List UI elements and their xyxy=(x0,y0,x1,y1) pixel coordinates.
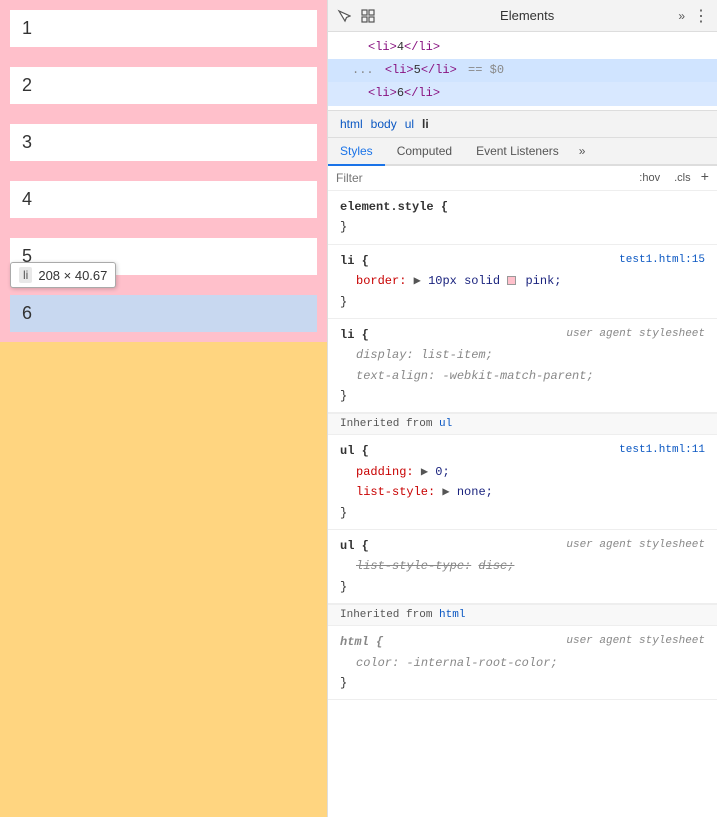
ua-label-ul: user agent stylesheet xyxy=(566,536,705,555)
rule-header-ul-custom: ul { test1.html:11 xyxy=(340,441,705,461)
color-swatch-pink[interactable] xyxy=(507,276,516,285)
html-tree: <li>4</li> ... <li>5</li> == $0 <li>6</l… xyxy=(328,32,717,111)
inherited-from-ul: Inherited from ul xyxy=(328,413,717,435)
devtools-menu-button[interactable]: ⋮ xyxy=(693,6,709,26)
rule-prop-color: color: -internal-root-color; xyxy=(340,653,705,673)
selected-marker: == $0 xyxy=(468,63,504,77)
rule-prop-list-style-type: list-style-type: disc; xyxy=(340,556,705,576)
rule-header-html-ua: html { user agent stylesheet xyxy=(340,632,705,652)
rule-prop-list-style: list-style: ▶ none; xyxy=(340,482,705,502)
rule-selector-element-style: element.style { xyxy=(340,197,705,217)
list-item-2[interactable]: 2 xyxy=(0,57,327,114)
breadcrumb-li[interactable]: li xyxy=(418,115,433,133)
filter-input[interactable] xyxy=(336,171,627,185)
breadcrumb: html body ul li xyxy=(328,111,717,138)
rule-li-border: li { test1.html:15 border: ▶ 10px solid … xyxy=(328,245,717,319)
cursor-icon[interactable] xyxy=(336,8,352,24)
tree-line-li5[interactable]: ... <li>5</li> == $0 xyxy=(328,59,717,82)
devtools-title: Elements xyxy=(384,8,670,23)
rule-close-ul-ua: } xyxy=(340,577,705,597)
rule-close-ul-custom: } xyxy=(340,503,705,523)
rule-prop-padding: padding: ▶ 0; xyxy=(340,462,705,482)
breadcrumb-html[interactable]: html xyxy=(336,115,367,133)
rule-header-ul-ua: ul { user agent stylesheet xyxy=(340,536,705,556)
rule-li-ua: li { user agent stylesheet display: list… xyxy=(328,319,717,414)
tree-line-li4[interactable]: <li>4</li> xyxy=(328,36,717,59)
rule-prop-border: border: ▶ 10px solid pink; xyxy=(340,271,705,291)
ellipsis: ... xyxy=(352,63,374,77)
filter-actions: :hov .cls + xyxy=(635,170,709,186)
rule-html-ua: html { user agent stylesheet color: -int… xyxy=(328,626,717,700)
tooltip-tag: li xyxy=(19,267,32,283)
padding-expand-arrow[interactable]: ▶ xyxy=(421,465,428,479)
rule-source-li-border[interactable]: test1.html:15 xyxy=(619,251,705,270)
rule-header-li-border: li { test1.html:15 xyxy=(340,251,705,271)
add-style-button[interactable]: + xyxy=(701,170,709,186)
rule-element-style: element.style { } xyxy=(328,191,717,245)
inherited-tag-html[interactable]: html xyxy=(439,609,465,621)
cls-button[interactable]: .cls xyxy=(670,170,695,186)
tooltip-size: 208 × 40.67 xyxy=(38,268,107,283)
tab-more-button[interactable]: » xyxy=(571,138,594,164)
rule-header-li-ua: li { user agent stylesheet xyxy=(340,325,705,345)
ua-label-li: user agent stylesheet xyxy=(566,325,705,344)
ua-label-html: user agent stylesheet xyxy=(566,632,705,651)
list-item-1[interactable]: 1 xyxy=(0,0,327,57)
tab-styles[interactable]: Styles xyxy=(328,138,385,166)
rule-ul-ua: ul { user agent stylesheet list-style-ty… xyxy=(328,530,717,604)
devtools-tabs: Styles Computed Event Listeners » xyxy=(328,138,717,166)
list-items: 1 2 3 4 5 6 xyxy=(0,0,327,342)
inherited-from-html: Inherited from html xyxy=(328,604,717,626)
breadcrumb-body[interactable]: body xyxy=(367,115,401,133)
list-item-6[interactable]: 6 xyxy=(0,285,327,342)
left-panel: 1 2 3 4 5 6 li 208 × 40.67 xyxy=(0,0,327,817)
breadcrumb-ul[interactable]: ul xyxy=(401,115,418,133)
styles-panel: :hov .cls + element.style { } li { test1… xyxy=(328,166,717,817)
tree-line-li6[interactable]: <li>6</li> xyxy=(328,82,717,106)
tag-open: <li> xyxy=(368,40,397,54)
hov-button[interactable]: :hov xyxy=(635,170,664,186)
filter-bar: :hov .cls + xyxy=(328,166,717,191)
rule-prop-text-align: text-align: -webkit-match-parent; xyxy=(340,366,705,386)
list-item-4[interactable]: 4 xyxy=(0,171,327,228)
inherited-tag-ul[interactable]: ul xyxy=(439,418,452,430)
rule-ul-custom: ul { test1.html:11 padding: ▶ 0; list-st… xyxy=(328,435,717,530)
inspector-icon[interactable] xyxy=(360,8,376,24)
rule-close-html-ua: } xyxy=(340,673,705,693)
devtools-panel: Elements » ⋮ <li>4</li> ... <li>5</li> =… xyxy=(327,0,717,817)
border-expand-arrow[interactable]: ▶ xyxy=(414,274,421,288)
rule-close-li-border: } xyxy=(340,292,705,312)
more-tabs-button[interactable]: » xyxy=(678,9,685,23)
list-style-expand-arrow[interactable]: ▶ xyxy=(442,485,449,499)
rule-source-ul-custom[interactable]: test1.html:11 xyxy=(619,441,705,460)
rule-prop-display: display: list-item; xyxy=(340,345,705,365)
element-tooltip: li 208 × 40.67 xyxy=(10,262,116,288)
devtools-header: Elements » ⋮ xyxy=(328,0,717,32)
tab-event-listeners[interactable]: Event Listeners xyxy=(464,138,571,166)
tab-computed[interactable]: Computed xyxy=(385,138,464,166)
rule-close-li-ua: } xyxy=(340,386,705,406)
list-item-3[interactable]: 3 xyxy=(0,114,327,171)
rule-close-element-style: } xyxy=(340,217,705,237)
